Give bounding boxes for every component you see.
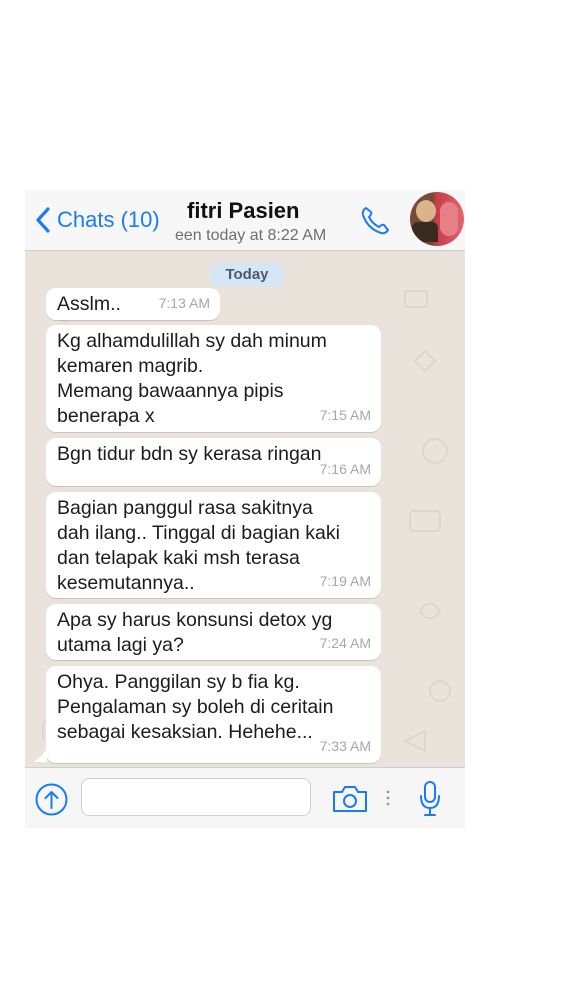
bubble-tail: [33, 748, 47, 762]
message-bubble[interactable]: Asslm.. 7:13 AM: [46, 288, 220, 320]
contact-avatar[interactable]: [410, 192, 464, 246]
back-button[interactable]: Chats (10): [35, 202, 160, 238]
chat-header: Chats (10) fitri Pasien een today at 8:2…: [25, 190, 465, 251]
back-label: Chats (10): [57, 207, 160, 232]
message-time: 7:24 AM: [319, 635, 371, 651]
microphone-icon[interactable]: [418, 779, 442, 819]
message-bubble[interactable]: Bagian panggul rasa sakitnya dah ilang..…: [46, 492, 381, 598]
message-list[interactable]: Today Asslm.. 7:13 AM Kg alhamdulillah s…: [25, 251, 465, 767]
message-time: 7:15 AM: [319, 407, 371, 423]
message-bubble[interactable]: Bgn tidur bdn sy kerasa ringan 7:16 AM: [46, 438, 381, 486]
avatar-body: [412, 222, 438, 242]
message-time: 7:19 AM: [319, 573, 371, 589]
last-seen-text: een today at 8:22 AM: [175, 227, 327, 244]
camera-icon[interactable]: [331, 784, 369, 814]
chevron-left-icon: [36, 207, 50, 233]
phone-icon: [361, 207, 389, 235]
call-button[interactable]: [358, 204, 392, 238]
message-bubble[interactable]: Apa sy harus konsunsi detox yg utama lag…: [46, 604, 381, 660]
message-bubble[interactable]: Ohya. Panggilan sy b fia kg. Pengalaman …: [46, 666, 381, 763]
avatar-flower: [440, 202, 458, 236]
message-bubble[interactable]: Kg alhamdulillah sy dah minum kemaren ma…: [46, 325, 381, 432]
vertical-dots-icon[interactable]: [385, 788, 391, 808]
date-separator: Today: [210, 263, 284, 287]
message-input[interactable]: [81, 778, 311, 816]
upload-arrow-icon[interactable]: [35, 783, 68, 816]
last-seen-status: een today at 8:22 AM: [175, 227, 345, 245]
message-time: 7:33 AM: [319, 738, 371, 754]
message-time: 7:13 AM: [158, 295, 210, 311]
message-time: 7:16 AM: [319, 461, 371, 477]
composer-bar: [25, 767, 465, 828]
avatar-face: [416, 200, 436, 222]
whatsapp-chat-screen: Chats (10) fitri Pasien een today at 8:2…: [25, 190, 465, 828]
contact-name[interactable]: fitri Pasien: [187, 198, 299, 224]
